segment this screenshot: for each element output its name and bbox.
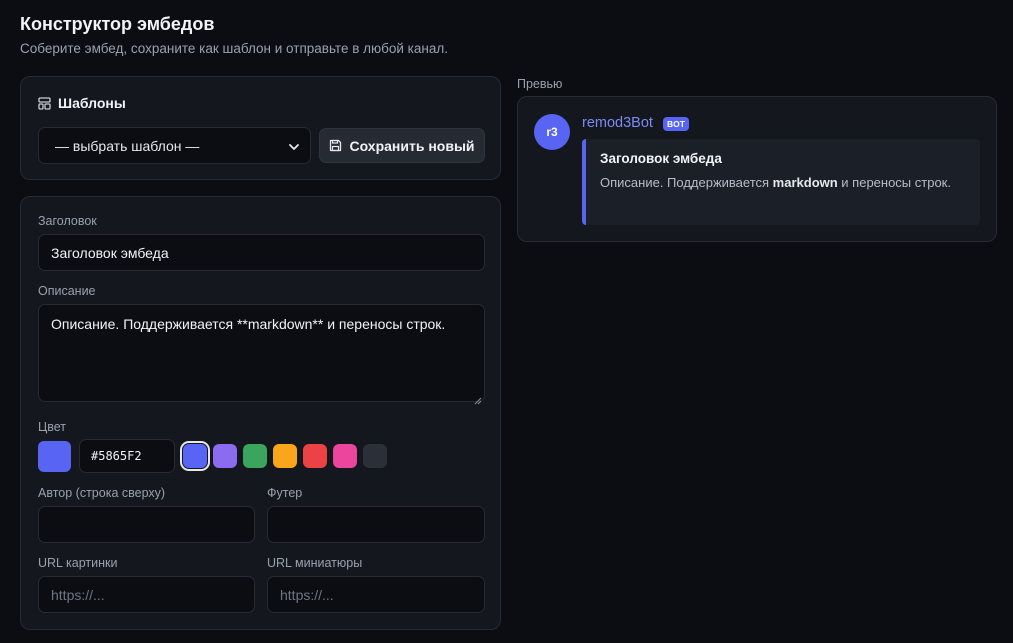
image-url-placeholder: https://... <box>51 586 105 603</box>
embed-desc-text-end: и переносы строк. <box>837 175 951 190</box>
color-preset-2[interactable] <box>213 444 237 468</box>
author-input[interactable] <box>38 506 255 543</box>
embed-desc-text: Описание. Поддерживается <box>600 175 773 190</box>
thumbnail-url-input[interactable]: https://... <box>267 576 485 613</box>
save-icon <box>329 139 342 152</box>
preview-card: r3 remod3Bot BOT Заголовок эмбеда Описан… <box>517 96 997 242</box>
description-textarea-value: Описание. Поддерживается **markdown** и … <box>51 316 446 332</box>
thumbnail-url-placeholder: https://... <box>280 586 334 603</box>
embed-preview-description: Описание. Поддерживается markdown и пере… <box>600 173 966 193</box>
color-preset-6[interactable] <box>333 444 357 468</box>
templates-card: Шаблоны — выбрать шаблон — Сохранить нов… <box>20 76 501 180</box>
bot-badge: BOT <box>663 117 689 131</box>
color-picker-swatch[interactable] <box>38 441 71 472</box>
resize-grip-icon[interactable] <box>473 390 482 405</box>
color-preset-5[interactable] <box>303 444 327 468</box>
image-url-label: URL картинки <box>38 556 118 570</box>
embed-form-card: Заголовок Заголовок эмбеда Описание Опис… <box>20 196 501 630</box>
color-preset-4[interactable] <box>273 444 297 468</box>
color-hex-input[interactable]: #5865F2 <box>79 439 175 473</box>
embed-preview: Заголовок эмбеда Описание. Поддерживаетс… <box>582 139 980 225</box>
description-textarea[interactable]: Описание. Поддерживается **markdown** и … <box>38 304 485 405</box>
thumbnail-url-label: URL миниатюры <box>267 556 363 570</box>
save-template-button[interactable]: Сохранить новый <box>319 128 485 163</box>
page-subtitle: Соберите эмбед, сохраните как шаблон и о… <box>20 41 448 56</box>
layout-icon <box>38 96 51 110</box>
title-input-value: Заголовок эмбеда <box>51 244 169 261</box>
color-preset-7[interactable] <box>363 444 387 468</box>
footer-input[interactable] <box>267 506 485 543</box>
title-input[interactable]: Заголовок эмбеда <box>38 234 485 271</box>
save-template-label: Сохранить новый <box>349 137 475 154</box>
embed-preview-title: Заголовок эмбеда <box>600 151 722 166</box>
image-url-input[interactable]: https://... <box>38 576 255 613</box>
templates-title: Шаблоны <box>58 95 126 111</box>
description-label: Описание <box>38 284 96 298</box>
template-select[interactable]: — выбрать шаблон — <box>38 127 311 164</box>
avatar: r3 <box>534 114 570 150</box>
color-label: Цвет <box>38 420 67 434</box>
preview-label: Превью <box>517 77 563 91</box>
color-preset-3[interactable] <box>243 444 267 468</box>
embed-desc-bold: markdown <box>772 175 838 190</box>
footer-label: Футер <box>267 486 303 500</box>
template-select-value: — выбрать шаблон — <box>55 137 200 154</box>
chevron-down-icon <box>288 140 300 152</box>
color-hex-value: #5865F2 <box>91 449 142 463</box>
author-label: Автор (строка сверху) <box>38 486 166 500</box>
bot-name: remod3Bot <box>582 115 653 131</box>
color-preset-1[interactable] <box>180 441 210 471</box>
page-title: Конструктор эмбедов <box>20 14 215 34</box>
title-label: Заголовок <box>38 214 97 228</box>
templates-header: Шаблоны <box>38 95 126 111</box>
